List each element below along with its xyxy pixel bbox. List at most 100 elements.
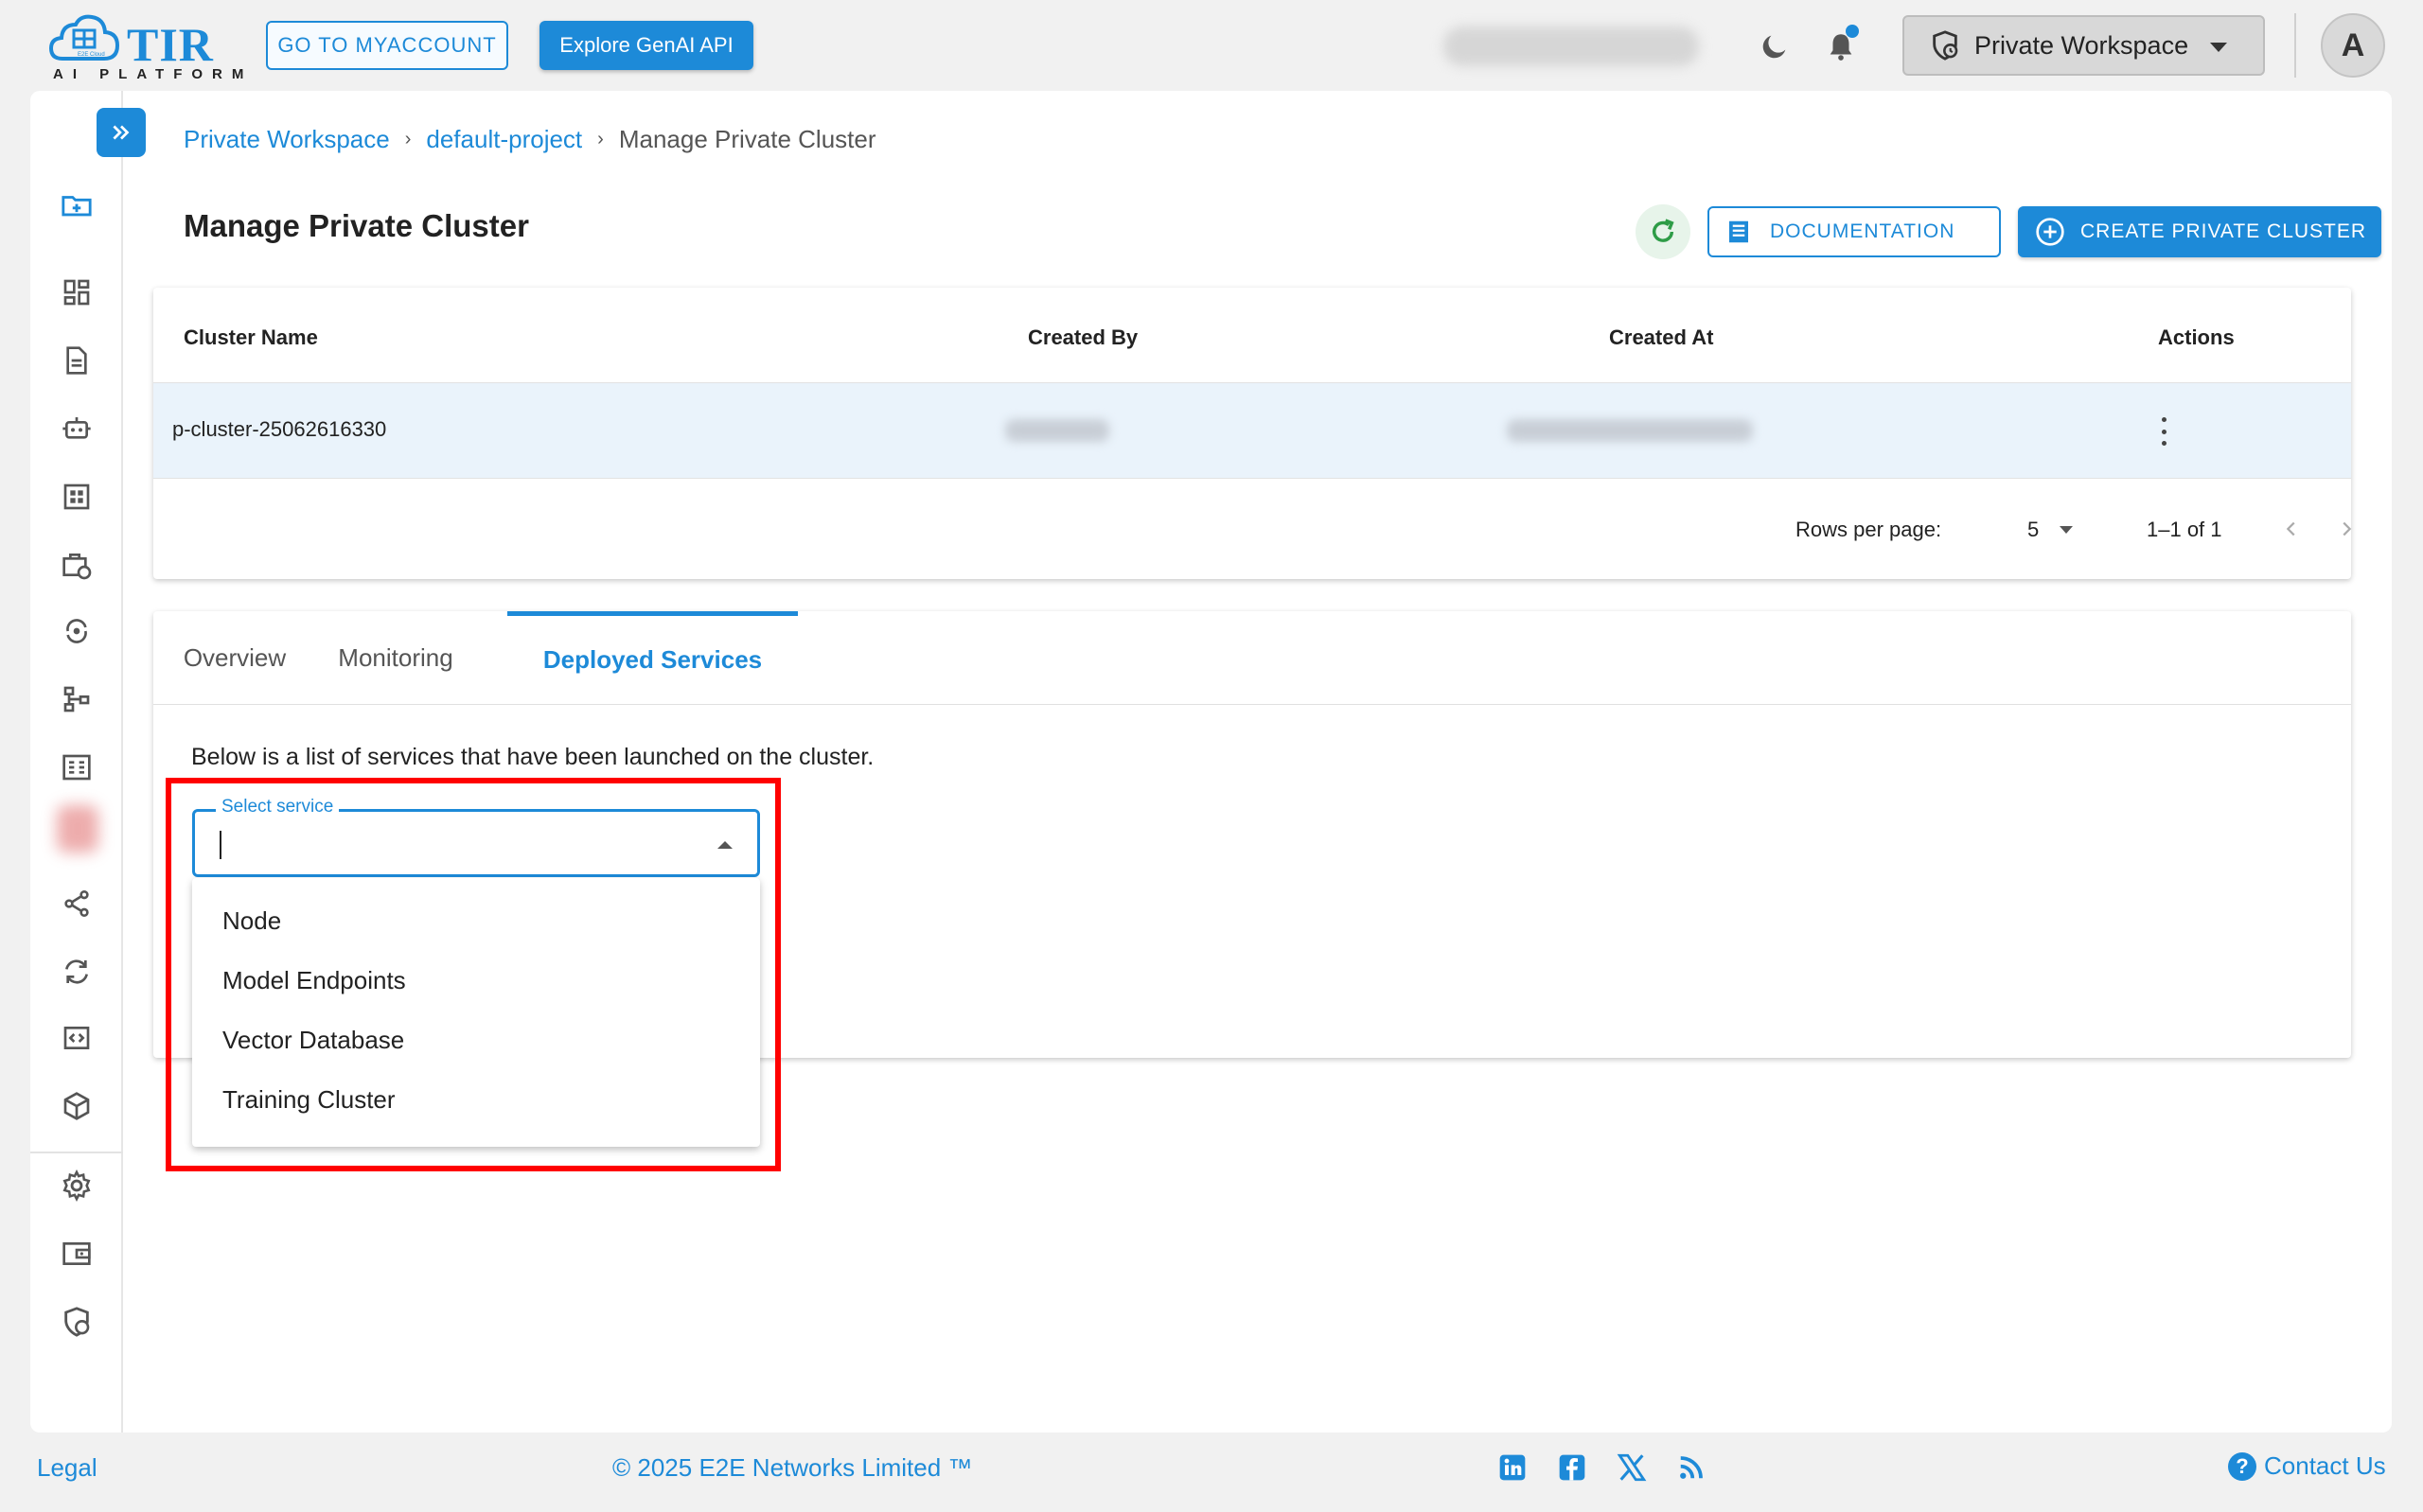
sidebar-item-jobs[interactable] <box>55 543 98 587</box>
shield-clock-icon <box>1933 30 1958 61</box>
grid-icon <box>63 483 90 510</box>
select-service-label: Select service <box>216 797 340 818</box>
sidebar-item-models[interactable] <box>55 1084 98 1128</box>
sidebar <box>30 91 146 1433</box>
breadcrumb-separator-icon: › <box>404 129 412 149</box>
moon-icon <box>1762 35 1786 59</box>
table-row[interactable]: p-cluster-25062616330 <box>153 383 2351 478</box>
header-divider <box>2294 13 2296 78</box>
cloud-logo-icon: E2E Cloud <box>49 14 120 61</box>
linkedin-icon[interactable] <box>1494 1450 1530 1486</box>
document-icon <box>66 346 87 375</box>
table-row-divider <box>153 478 2351 479</box>
breadcrumb-workspace-link[interactable]: Private Workspace <box>184 125 390 154</box>
tab-monitoring[interactable]: Monitoring <box>320 611 471 704</box>
documentation-button[interactable]: DOCUMENTATION <box>1707 206 2001 257</box>
blurred-credit-info <box>1443 26 1699 66</box>
sidebar-item-billing[interactable] <box>55 1232 98 1275</box>
pagination-range: 1–1 of 1 <box>2147 518 2222 541</box>
shield-clock-icon <box>64 1307 90 1337</box>
avatar[interactable]: A <box>2321 13 2385 78</box>
create-private-cluster-label: CREATE PRIVATE CLUSTER <box>2080 220 2367 242</box>
facebook-icon[interactable] <box>1554 1450 1590 1486</box>
briefcase-clock-icon <box>62 554 92 580</box>
refresh-button[interactable] <box>1636 204 1690 259</box>
main-card: Private Workspace › default-project › Ma… <box>30 91 2392 1433</box>
previous-page-button[interactable] <box>2277 515 2306 543</box>
column-header-cluster-name[interactable]: Cluster Name <box>184 325 318 350</box>
sidebar-item-workflows[interactable] <box>55 677 98 721</box>
caret-down-icon <box>2060 526 2074 534</box>
sidebar-item-sync[interactable] <box>55 950 98 993</box>
breadcrumb-current: Manage Private Cluster <box>618 125 876 153</box>
expand-sidebar-button[interactable] <box>97 108 146 157</box>
blurred-sidebar-item <box>57 805 98 853</box>
table-chart-icon <box>62 754 91 781</box>
option-node[interactable]: Node <box>192 891 760 951</box>
notifications-button[interactable] <box>1819 25 1863 68</box>
sidebar-item-agents[interactable] <box>55 407 98 450</box>
rows-per-page-value: 5 <box>2027 518 2040 541</box>
x-icon[interactable] <box>1614 1450 1650 1486</box>
cube-icon <box>63 1092 90 1120</box>
option-model-endpoints[interactable]: Model Endpoints <box>192 951 760 1011</box>
contact-us-link[interactable]: ? Contact Us <box>2228 1451 2386 1481</box>
documentation-label: DOCUMENTATION <box>1770 220 1955 242</box>
sidebar-item-datasets[interactable] <box>55 746 98 789</box>
dashboard-icon <box>63 279 90 306</box>
tabs-divider <box>153 704 2351 705</box>
create-private-cluster-button[interactable]: CREATE PRIVATE CLUSTER <box>2018 206 2381 257</box>
tab-deployed-services[interactable]: Deployed Services <box>507 611 798 704</box>
sidebar-item-pipelines[interactable] <box>55 609 98 653</box>
share-nodes-icon <box>64 890 89 917</box>
created-by-cell-blurred <box>1005 419 1109 442</box>
sidebar-item-integrations[interactable] <box>55 882 98 925</box>
caret-up-icon[interactable] <box>717 841 733 849</box>
chevron-left-icon <box>2286 521 2295 536</box>
sync-icon <box>65 959 88 984</box>
help-icon: ? <box>2228 1451 2256 1481</box>
breadcrumb: Private Workspace › default-project › Ma… <box>184 125 876 154</box>
tir-logo[interactable]: E2E Cloud TIR AI PLATFORM <box>49 11 243 82</box>
row-actions-menu-icon[interactable] <box>2152 417 2175 446</box>
sidebar-item-apps[interactable] <box>55 475 98 519</box>
column-header-created-at[interactable]: Created At <box>1609 325 1713 350</box>
workspace-selector[interactable]: Private Workspace <box>1902 15 2265 76</box>
next-page-button[interactable] <box>2332 515 2361 543</box>
breadcrumb-project-link[interactable]: default-project <box>426 125 582 154</box>
folder-plus-icon <box>62 196 92 217</box>
sidebar-item-projects[interactable] <box>55 184 98 227</box>
plus-circle-icon <box>2036 218 2064 246</box>
option-training-cluster[interactable]: Training Cluster <box>192 1070 760 1130</box>
workspace-label: Private Workspace <box>1974 30 2189 60</box>
select-service-input[interactable]: Select service <box>192 797 760 877</box>
svg-text:E2E Cloud: E2E Cloud <box>78 52 105 58</box>
deployed-services-description: Below is a list of services that have be… <box>191 744 875 770</box>
sidebar-item-private-workspace[interactable] <box>55 1300 98 1344</box>
tab-overview[interactable]: Overview <box>168 611 301 704</box>
column-header-created-by[interactable]: Created By <box>1028 325 1138 350</box>
sidebar-item-api[interactable] <box>55 1016 98 1060</box>
explore-genai-api-button[interactable]: Explore GenAI API <box>539 21 753 70</box>
rows-per-page-select[interactable]: 5 <box>2027 518 2074 542</box>
refresh-icon <box>1652 219 1674 242</box>
chevron-right-icon <box>2343 521 2352 536</box>
hierarchy-icon <box>63 686 90 712</box>
logo-subtitle: AI PLATFORM <box>53 66 254 82</box>
rss-icon[interactable] <box>1673 1450 1709 1486</box>
sidebar-item-notebooks[interactable] <box>55 339 98 382</box>
legal-link[interactable]: Legal <box>37 1453 97 1483</box>
option-vector-database[interactable]: Vector Database <box>192 1011 760 1070</box>
top-bar: E2E Cloud TIR AI PLATFORM GO TO MYACCOUN… <box>0 0 2423 91</box>
service-dropdown-menu: Node Model Endpoints Vector Database Tra… <box>192 878 760 1147</box>
notification-dot <box>1846 25 1859 38</box>
go-to-myaccount-button[interactable]: GO TO MYACCOUNT <box>266 21 508 70</box>
code-box-icon <box>63 1027 90 1049</box>
dark-mode-toggle[interactable] <box>1753 25 1796 68</box>
contact-us-label: Contact Us <box>2264 1451 2386 1480</box>
wallet-icon <box>62 1242 91 1265</box>
cluster-name-cell: p-cluster-25062616330 <box>172 417 387 441</box>
chevron-down-icon <box>2210 43 2227 52</box>
sidebar-item-dashboard[interactable] <box>55 271 98 314</box>
sidebar-item-settings[interactable] <box>55 1164 98 1207</box>
